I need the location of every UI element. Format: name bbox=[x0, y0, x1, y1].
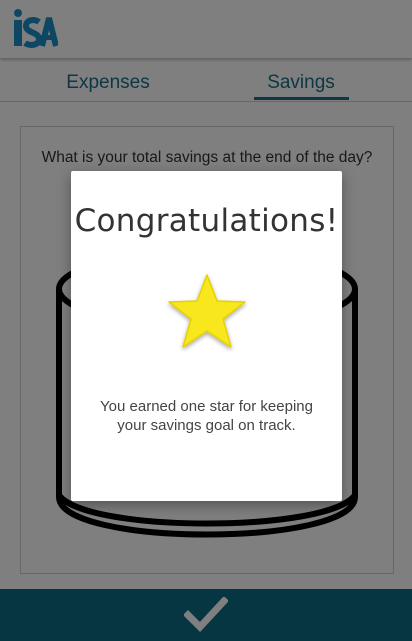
dialog-message: You earned one star for keeping your sav… bbox=[100, 398, 313, 434]
congratulations-dialog[interactable]: Congratulations! You earned one star for… bbox=[71, 171, 342, 501]
star-icon bbox=[168, 274, 246, 348]
dialog-title: Congratulations! bbox=[74, 203, 339, 239]
